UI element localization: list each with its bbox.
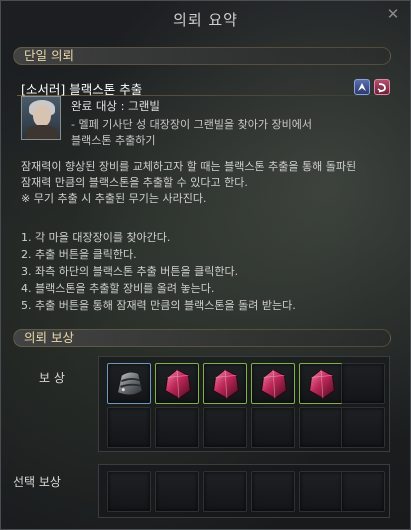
quest-action-icons [354, 79, 390, 95]
reward-slot-empty [299, 407, 343, 448]
body-line: ※ 무기 추출 시 추출된 무기는 사라진다. [21, 192, 207, 205]
navigate-icon[interactable] [354, 79, 370, 95]
red-crystal-icon [261, 369, 287, 399]
quest-description: - 멜페 기사단 성 대장장이 그랜빌을 찾아가 장비에서 블랙스톤 추출하기 [71, 117, 361, 149]
quest-step: 2. 추출 버튼을 클릭한다. [21, 248, 137, 261]
choice-slot-empty [341, 471, 385, 512]
reward-slot-empty [251, 407, 295, 448]
red-crystal-icon [213, 369, 239, 399]
quest-description-line: 블랙스톤 추출하기 [71, 134, 156, 147]
reward-slot-empty [203, 407, 247, 448]
quest-description-line: - 멜페 기사단 성 대장장이 그랜빌을 찾아가 장비에서 [71, 118, 312, 131]
quest-target: 완료 대상 : 그랜빌 [71, 99, 160, 113]
reward-slot[interactable] [155, 363, 199, 404]
choice-slot-empty [203, 471, 247, 512]
red-crystal-icon [165, 369, 191, 399]
reward-slot[interactable] [299, 363, 343, 404]
choice-slot-empty [107, 471, 151, 512]
quest-step: 1. 각 마을 대장장이를 찾아간다. [21, 231, 171, 244]
body-line: 잠재력이 향상된 장비를 교체하고자 할 때는 블랙스톤 추출을 통해 돌파된 [21, 160, 357, 173]
basic-reward-label: 보 상 [39, 371, 65, 385]
reward-slot[interactable] [203, 363, 247, 404]
choice-slot-empty [299, 471, 343, 512]
cancel-quest-icon[interactable] [374, 79, 390, 95]
npc-portrait [21, 96, 61, 140]
reward-slot-empty [341, 363, 385, 404]
armor-piece-icon [117, 371, 143, 396]
body-line: 잠재력 만큼의 블랙스톤을 추출할 수 있다고 한다. [21, 176, 248, 189]
section-header-rewards: 의뢰 보상 [13, 329, 391, 347]
quest-step: 4. 블랙스톤을 추출할 장비를 올려 놓는다. [21, 282, 215, 295]
close-icon[interactable]: ✕ [386, 7, 400, 22]
section-header-single-quest: 단일 의뢰 [13, 47, 391, 65]
choice-slot-empty [251, 471, 295, 512]
quest-step: 5. 추출 버튼을 통해 잠재력 만큼의 블랙스톤을 돌려 받는다. [21, 299, 296, 312]
quest-summary-window: 의뢰 요약 ✕ 단일 의뢰 [소서러] 블랙스톤 추출 완료 대상 : 그랜빌 … [0, 0, 411, 530]
reward-slot[interactable] [107, 363, 151, 404]
choice-reward-label: 선택 보상 [13, 475, 61, 489]
quest-step: 3. 좌측 하단의 블랙스톤 추출 버튼을 클릭한다. [21, 265, 239, 278]
window-title: 의뢰 요약 [173, 10, 238, 29]
reward-slot-empty [155, 407, 199, 448]
red-crystal-icon [309, 369, 335, 399]
choice-slot-empty [155, 471, 199, 512]
reward-slot-empty [341, 407, 385, 448]
quest-body-text: 잠재력이 향상된 장비를 교체하고자 할 때는 블랙스톤 추출을 통해 돌파된 … [21, 159, 401, 207]
reward-slot-empty [107, 407, 151, 448]
reward-slot[interactable] [251, 363, 295, 404]
